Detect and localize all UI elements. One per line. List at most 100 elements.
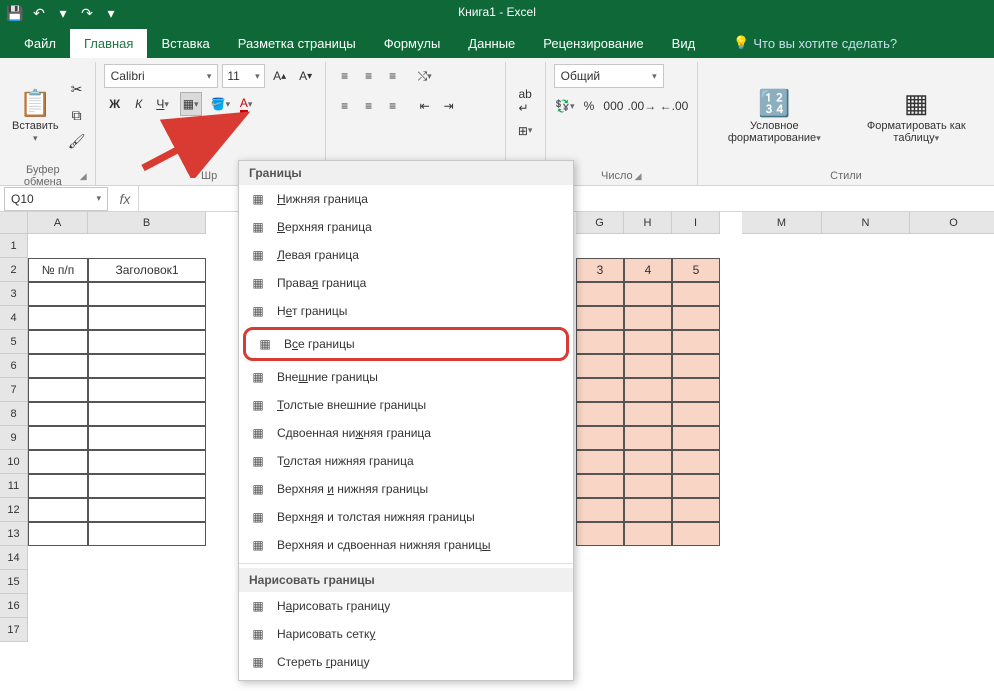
borders-button[interactable]: ▦ ▾ bbox=[180, 92, 202, 116]
increase-indent[interactable]: ⇥ bbox=[438, 94, 460, 118]
cell-I7[interactable] bbox=[672, 378, 720, 402]
cell-H8[interactable] bbox=[624, 402, 672, 426]
cell-A11[interactable] bbox=[28, 474, 88, 498]
col-header-I[interactable]: I bbox=[672, 212, 720, 234]
cell-B5[interactable] bbox=[88, 330, 206, 354]
cell-G11[interactable] bbox=[576, 474, 624, 498]
border-option-top-bottom[interactable]: ▦Верхняя и нижняя границы bbox=[239, 475, 573, 503]
cell-H12[interactable] bbox=[624, 498, 672, 522]
tab-data[interactable]: Данные bbox=[454, 29, 529, 58]
qat-customize[interactable]: ▾ bbox=[100, 3, 122, 25]
conditional-formatting[interactable]: 🔢 Условное форматирование▾ bbox=[706, 64, 843, 167]
row-header-7[interactable]: 7 bbox=[0, 378, 28, 402]
qat-undo[interactable]: ↶ bbox=[28, 3, 50, 25]
cell-A4[interactable] bbox=[28, 306, 88, 330]
border-option-double-bottom[interactable]: ▦Сдвоенная нижняя граница bbox=[239, 419, 573, 447]
cell-A8[interactable] bbox=[28, 402, 88, 426]
cell-I12[interactable] bbox=[672, 498, 720, 522]
cell-H10[interactable] bbox=[624, 450, 672, 474]
name-box[interactable]: Q10▾ bbox=[4, 187, 108, 211]
row-header-13[interactable]: 13 bbox=[0, 522, 28, 546]
cell-H3[interactable] bbox=[624, 282, 672, 306]
cell-A10[interactable] bbox=[28, 450, 88, 474]
number-dialog-launcher[interactable]: ◢ bbox=[635, 171, 642, 182]
border-option-none[interactable]: ▦Нет границы bbox=[239, 297, 573, 325]
cell-B10[interactable] bbox=[88, 450, 206, 474]
row-header-1[interactable]: 1 bbox=[0, 234, 28, 258]
col-header-M[interactable]: M bbox=[742, 212, 822, 234]
cell-B9[interactable] bbox=[88, 426, 206, 450]
tab-insert[interactable]: Вставка bbox=[147, 29, 223, 58]
cell-G12[interactable] bbox=[576, 498, 624, 522]
tab-file[interactable]: Файл bbox=[10, 29, 70, 58]
border-option-top-thick-bottom[interactable]: ▦Верхняя и толстая нижняя границы bbox=[239, 503, 573, 531]
cell-I10[interactable] bbox=[672, 450, 720, 474]
cut-button[interactable]: ✂ bbox=[67, 80, 87, 100]
merge-center[interactable]: ⊞▾ bbox=[514, 119, 537, 143]
cell-B2[interactable]: Заголовок1 bbox=[88, 258, 206, 282]
cell-G4[interactable] bbox=[576, 306, 624, 330]
font-name-combo[interactable]: Calibri▾ bbox=[104, 64, 219, 88]
tab-home[interactable]: Главная bbox=[70, 29, 147, 58]
fx-button[interactable]: fx bbox=[112, 191, 138, 207]
number-format-combo[interactable]: Общий▾ bbox=[554, 64, 664, 88]
clipboard-dialog-launcher[interactable]: ◢ bbox=[80, 171, 87, 182]
border-option-draw[interactable]: ▦Нарисовать границу bbox=[239, 592, 573, 620]
increase-font-button[interactable]: A▴ bbox=[269, 64, 291, 88]
cell-B11[interactable] bbox=[88, 474, 206, 498]
border-option-thick-outside[interactable]: ▦Толстые внешние границы bbox=[239, 391, 573, 419]
cell-I5[interactable] bbox=[672, 330, 720, 354]
decrease-decimal[interactable]: ←.00 bbox=[659, 94, 689, 118]
cell-A7[interactable] bbox=[28, 378, 88, 402]
cell-I3[interactable] bbox=[672, 282, 720, 306]
tab-view[interactable]: Вид bbox=[658, 29, 710, 58]
col-header-O[interactable]: O bbox=[910, 212, 994, 234]
cell-B7[interactable] bbox=[88, 378, 206, 402]
border-option-erase[interactable]: ▦Стереть границу bbox=[239, 648, 573, 676]
cell-G9[interactable] bbox=[576, 426, 624, 450]
percent-format[interactable]: % bbox=[578, 94, 600, 118]
cell-B13[interactable] bbox=[88, 522, 206, 546]
cell-H13[interactable] bbox=[624, 522, 672, 546]
cell-I9[interactable] bbox=[672, 426, 720, 450]
cell-H6[interactable] bbox=[624, 354, 672, 378]
cell-G13[interactable] bbox=[576, 522, 624, 546]
cell-G7[interactable] bbox=[576, 378, 624, 402]
cell-G2[interactable]: 3 bbox=[576, 258, 624, 282]
cell-A3[interactable] bbox=[28, 282, 88, 306]
font-size-combo[interactable]: 11▾ bbox=[222, 64, 264, 88]
cell-I8[interactable] bbox=[672, 402, 720, 426]
border-option-outside[interactable]: ▦Внешние границы bbox=[239, 363, 573, 391]
row-header-3[interactable]: 3 bbox=[0, 282, 28, 306]
cell-G8[interactable] bbox=[576, 402, 624, 426]
align-bottom[interactable]: ≡ bbox=[382, 64, 404, 88]
copy-button[interactable]: ⧉ bbox=[67, 106, 87, 126]
cell-A6[interactable] bbox=[28, 354, 88, 378]
border-option-draw-grid[interactable]: ▦Нарисовать сетку bbox=[239, 620, 573, 648]
qat-undo-more[interactable]: ▾ bbox=[52, 3, 74, 25]
cell-G3[interactable] bbox=[576, 282, 624, 306]
increase-decimal[interactable]: .00→ bbox=[627, 94, 657, 118]
tab-review[interactable]: Рецензирование bbox=[529, 29, 657, 58]
underline-button[interactable]: Ч ▾ bbox=[152, 92, 174, 116]
format-painter-button[interactable]: 🖌 bbox=[67, 132, 87, 152]
row-header-8[interactable]: 8 bbox=[0, 402, 28, 426]
cell-H11[interactable] bbox=[624, 474, 672, 498]
cell-H5[interactable] bbox=[624, 330, 672, 354]
align-middle[interactable]: ≡ bbox=[358, 64, 380, 88]
row-header-12[interactable]: 12 bbox=[0, 498, 28, 522]
align-top[interactable]: ≡ bbox=[334, 64, 356, 88]
align-right[interactable]: ≡ bbox=[382, 94, 404, 118]
tab-formulas[interactable]: Формулы bbox=[370, 29, 455, 58]
italic-button[interactable]: К bbox=[128, 92, 150, 116]
cell-B4[interactable] bbox=[88, 306, 206, 330]
orientation[interactable]: ⤭▾ bbox=[414, 64, 436, 88]
border-option-bottom[interactable]: ▦Нижняя граница bbox=[239, 185, 573, 213]
qat-save[interactable]: 💾 bbox=[4, 3, 26, 25]
row-header-10[interactable]: 10 bbox=[0, 450, 28, 474]
cell-G6[interactable] bbox=[576, 354, 624, 378]
cell-H9[interactable] bbox=[624, 426, 672, 450]
col-header-A[interactable]: A bbox=[28, 212, 88, 234]
decrease-indent[interactable]: ⇤ bbox=[414, 94, 436, 118]
row-header-14[interactable]: 14 bbox=[0, 546, 28, 570]
